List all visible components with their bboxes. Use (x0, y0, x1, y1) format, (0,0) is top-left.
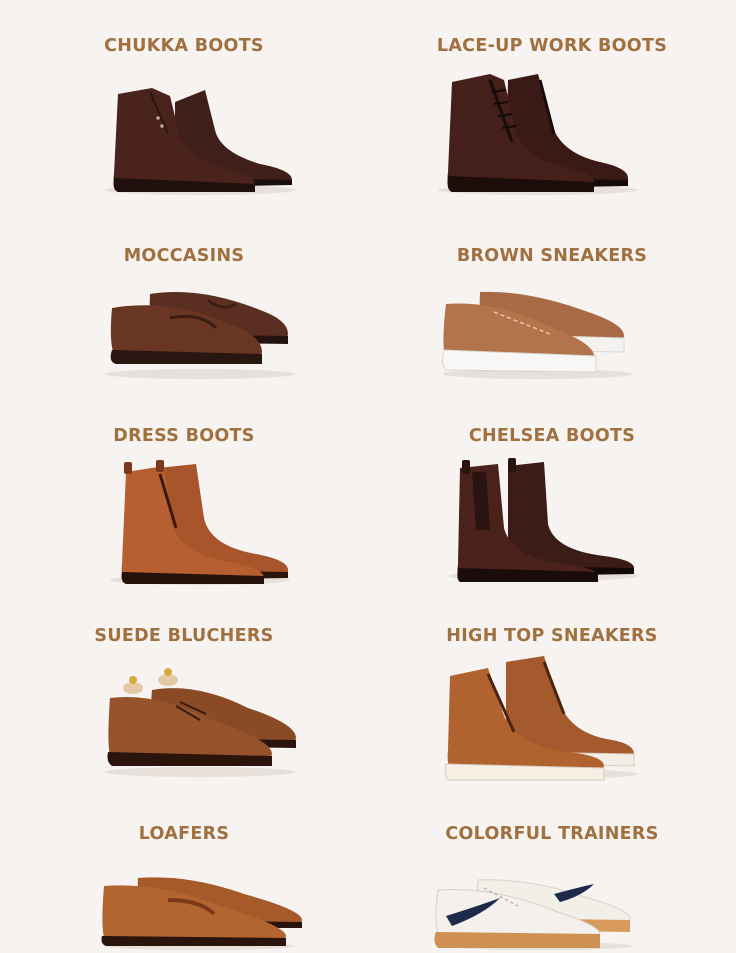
grid-cell-lace-up-work-boots: LACE-UP WORK BOOTS (368, 0, 736, 210)
item-label: HIGH TOP SNEAKERS (446, 626, 658, 646)
brown-sneakers-image (368, 282, 736, 382)
grid-cell-brown-sneakers: BROWN SNEAKERS (368, 210, 736, 410)
dress-boots-image (0, 458, 368, 588)
item-label: COLORFUL TRAINERS (445, 824, 659, 844)
lace-up-work-boots-image (368, 72, 736, 197)
grid-cell-high-top-sneakers: HIGH TOP SNEAKERS (368, 610, 736, 810)
chelsea-boots-image (368, 458, 736, 583)
item-label: CHUKKA BOOTS (104, 36, 264, 56)
item-label: MOCCASINS (123, 246, 245, 266)
loafers-image (0, 876, 368, 953)
chukka-boots-image (0, 82, 368, 197)
shoe-guide-grid: CHUKKA BOOTS LACE-UP WORK BOOTS MOCCASIN… (0, 0, 736, 953)
grid-cell-chelsea-boots: CHELSEA BOOTS (368, 410, 736, 610)
item-label: BROWN SNEAKERS (456, 246, 648, 266)
grid-cell-colorful-trainers: COLORFUL TRAINERS (368, 810, 736, 953)
grid-cell-suede-bluchers: SUEDE BLUCHERS (0, 610, 368, 810)
item-label: SUEDE BLUCHERS (94, 626, 274, 646)
grid-cell-dress-boots: DRESS BOOTS (0, 410, 368, 610)
item-label: CHELSEA BOOTS (468, 426, 636, 446)
moccasins-image (0, 282, 368, 382)
suede-bluchers-image (0, 668, 368, 780)
item-label: LACE-UP WORK BOOTS (436, 36, 668, 56)
grid-cell-loafers: LOAFERS (0, 810, 368, 953)
item-label: LOAFERS (138, 824, 230, 844)
high-top-sneakers-image (368, 654, 736, 782)
grid-cell-chukka-boots: CHUKKA BOOTS (0, 0, 368, 210)
grid-cell-moccasins: MOCCASINS (0, 210, 368, 410)
item-label: DRESS BOOTS (113, 426, 255, 446)
colorful-trainers-image (368, 876, 736, 953)
